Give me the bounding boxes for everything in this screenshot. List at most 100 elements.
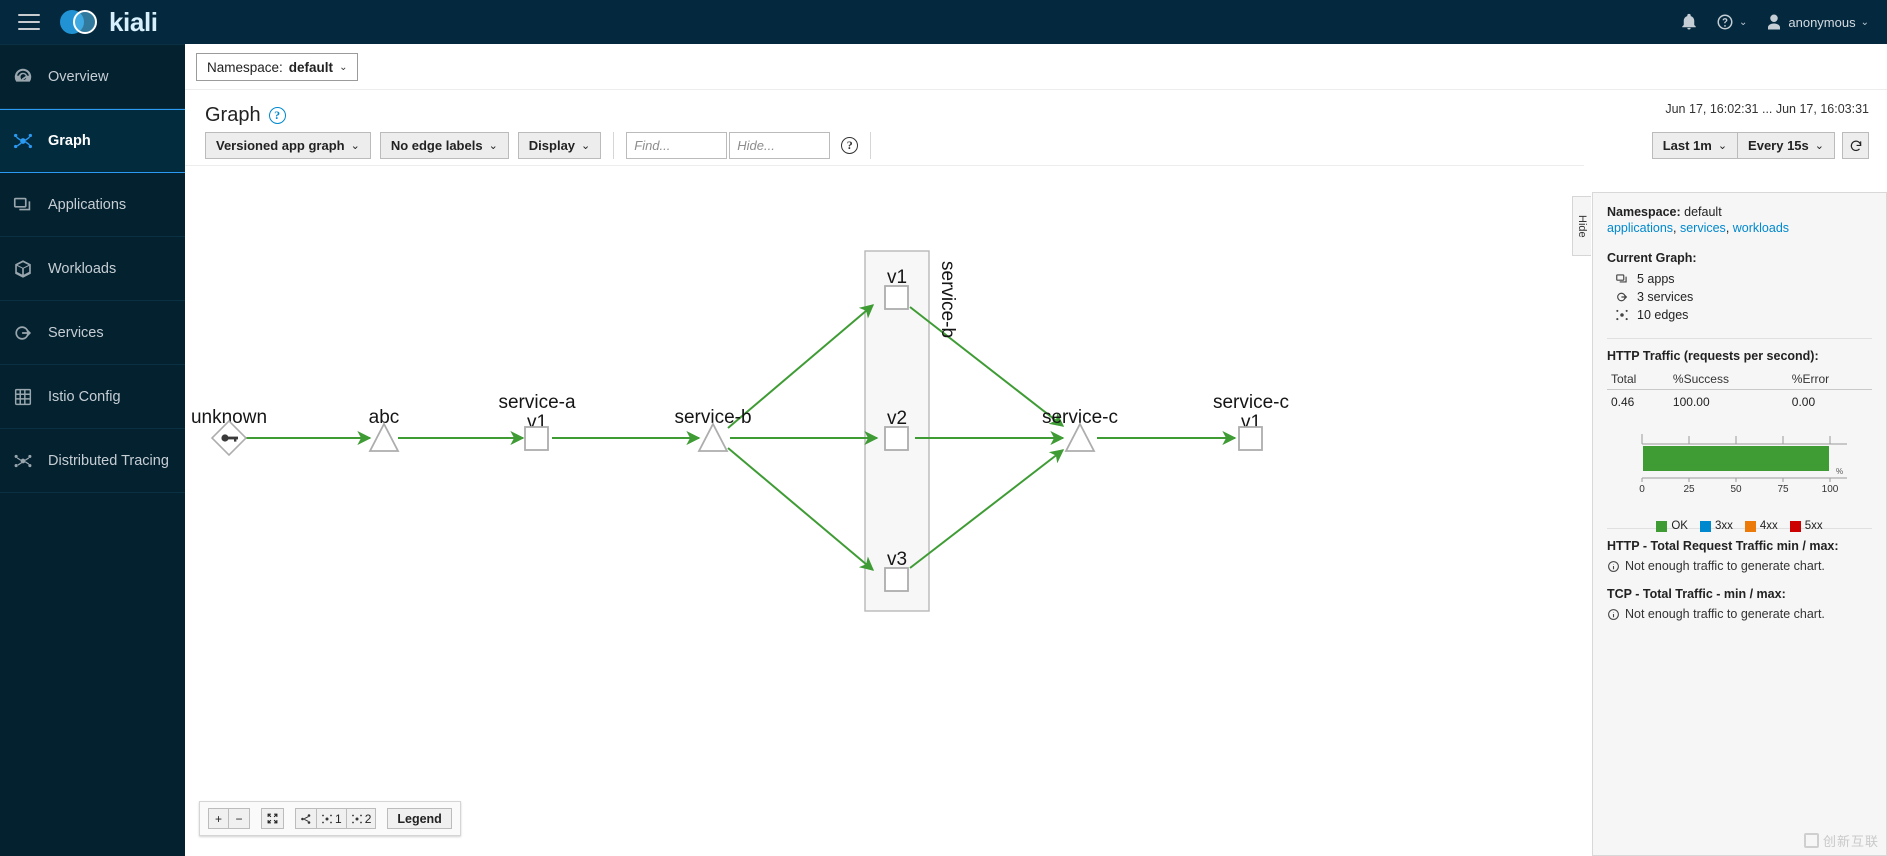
chart-legend: OK 3xx 4xx 5xx	[1607, 520, 1872, 532]
table-row: 0.46 100.00 0.00	[1607, 390, 1872, 415]
sidebar-item-graph[interactable]: Graph	[0, 109, 185, 173]
find-hide-help-icon[interactable]: ?	[841, 137, 859, 154]
refresh-interval-dropdown[interactable]: Every 15s ⌄	[1738, 132, 1835, 159]
xtick-1: 25	[1683, 484, 1695, 495]
display-dropdown[interactable]: Display ⌄	[517, 132, 602, 159]
graph-toolbar: Versioned app graph ⌄ No edge labels ⌄ D…	[205, 132, 883, 159]
graph-node-service-c-v1[interactable]: service-c v1	[1213, 392, 1289, 451]
link-workloads[interactable]: workloads	[1733, 221, 1789, 235]
user-caret-icon: ⌄	[1860, 16, 1869, 28]
legend-item-4xx[interactable]: 4xx	[1744, 520, 1778, 532]
graph-node-service-b-v2[interactable]: v2	[884, 408, 909, 451]
layout-1-button[interactable]: 1	[317, 808, 347, 829]
sidebar-item-applications[interactable]: Applications	[0, 173, 185, 237]
sidebar-item-services[interactable]: Services	[0, 301, 185, 365]
chart-xlabel: %	[1836, 467, 1843, 476]
legend-item-ok[interactable]: OK	[1656, 520, 1688, 532]
gauge-icon	[14, 68, 32, 82]
hide-input[interactable]	[729, 132, 831, 159]
side-panel-hide-tab[interactable]: Hide	[1572, 196, 1591, 256]
page-header: Graph ? Jun 17, 16:02:31 ... Jun 17, 16:…	[185, 90, 1887, 165]
layout-default-button[interactable]	[295, 808, 317, 829]
graph-canvas[interactable]: unknown abc service-a v1 service-b servi…	[185, 165, 1584, 856]
chevron-down-icon: ⌄	[350, 140, 360, 152]
sidebar-item-label: Services	[48, 324, 104, 341]
legend-item-5xx[interactable]: 5xx	[1789, 520, 1823, 532]
chevron-down-icon: ⌄	[581, 140, 591, 152]
sidebar-item-workloads[interactable]: Workloads	[0, 237, 185, 301]
graph-node-service-c[interactable]: service-c	[1042, 407, 1118, 452]
layout-1-label: 1	[335, 811, 342, 826]
graph-type-dropdown[interactable]: Versioned app graph ⌄	[205, 132, 371, 159]
sidebar-item-distributed-tracing[interactable]: Distributed Tracing	[0, 429, 185, 493]
kiali-logo-icon	[60, 8, 100, 36]
xtick-2: 50	[1730, 484, 1742, 495]
page-help-icon[interactable]: ?	[268, 107, 286, 124]
topology-icon	[351, 814, 362, 823]
refresh-button[interactable]	[1842, 132, 1869, 159]
graph-node-service-a-v1[interactable]: service-a v1	[498, 392, 576, 451]
edge-labels-dropdown[interactable]: No edge labels ⌄	[379, 132, 509, 159]
layout-dagre-icon	[301, 813, 311, 824]
col-total: Total	[1607, 369, 1669, 390]
hide-tab-label: Hide	[1576, 214, 1588, 238]
zoom-out-button[interactable]: −	[229, 808, 250, 829]
sidebar-item-label: Istio Config	[48, 388, 121, 405]
sidebar-item-label: Graph	[48, 133, 91, 149]
layout-2-button[interactable]: 2	[346, 808, 377, 829]
find-input[interactable]	[626, 132, 728, 159]
edge-v3-service-c[interactable]	[909, 449, 1065, 569]
sidebar-item-istio-config[interactable]: Istio Config	[0, 365, 185, 429]
display-label: Display	[528, 138, 576, 153]
sidebar: Overview Graph Applications Workloads Se…	[0, 44, 185, 856]
user-menu[interactable]: anonymous ⌄	[1765, 13, 1869, 31]
summary-side-panel: Namespace: default applications, service…	[1592, 192, 1887, 856]
page-title: Graph	[205, 104, 261, 126]
tcp-total-title: TCP - Total Traffic - min / max:	[1607, 587, 1786, 601]
fit-to-screen-icon	[267, 813, 278, 824]
config-grid-icon	[14, 388, 32, 405]
fit-to-screen-button[interactable]	[261, 808, 284, 829]
zoom-in-button[interactable]: +	[208, 808, 229, 829]
http-total-title: HTTP - Total Request Traffic min / max:	[1607, 539, 1839, 553]
service-graph[interactable]: unknown abc service-a v1 service-b servi…	[185, 166, 1584, 856]
duration-dropdown[interactable]: Last 1m ⌄	[1651, 132, 1739, 159]
graph-node-unknown[interactable]: unknown	[191, 407, 267, 457]
panel-links: applications, services, workloads	[1607, 221, 1790, 235]
edge-labels-label: No edge labels	[390, 138, 483, 153]
chevron-down-icon: ⌄	[1717, 140, 1728, 152]
page-title-wrap: Graph ?	[205, 104, 286, 127]
info-icon	[1608, 609, 1619, 620]
bell-icon[interactable]	[1680, 13, 1698, 31]
node-version-label: v3	[887, 549, 907, 570]
topology-icon	[322, 814, 332, 823]
edge-service-b-v3[interactable]	[727, 447, 875, 571]
brand-logo-wrap[interactable]: kiali	[60, 7, 158, 38]
namespace-selector[interactable]: Namespace: default ⌄	[196, 53, 359, 81]
http-success-chart: % 0 25 50 75 100 OK 3xx 4xx 5xx	[1607, 428, 1872, 532]
legend-item-3xx[interactable]: 3xx	[1699, 520, 1733, 532]
graph-node-service-b-v1[interactable]: v1	[884, 267, 909, 310]
time-range-display: Jun 17, 16:02:31 ... Jun 17, 16:03:31	[1665, 102, 1869, 116]
hamburger-icon[interactable]	[18, 14, 40, 30]
link-services[interactable]: services	[1680, 221, 1726, 235]
graph-node-abc[interactable]: abc	[368, 407, 400, 452]
graph-node-service-b-v3[interactable]: v3	[884, 549, 909, 592]
help-icon[interactable]: ⌄	[1716, 13, 1747, 31]
link-applications[interactable]: applications	[1607, 221, 1673, 235]
xtick-0: 0	[1639, 484, 1645, 495]
http-traffic-title: HTTP Traffic (requests per second):	[1607, 349, 1819, 363]
masthead-actions: ⌄ anonymous ⌄	[1680, 13, 1869, 31]
stat-apps: 5 apps	[1607, 270, 1872, 288]
graph-node-service-b[interactable]: service-b	[674, 407, 752, 452]
edge-v1-service-c[interactable]	[909, 306, 1065, 427]
xtick-3: 75	[1777, 484, 1789, 495]
legend-swatch-ok	[1656, 520, 1668, 532]
cell-total: 0.46	[1611, 395, 1635, 409]
zoom-controls: + −	[208, 808, 250, 829]
http-traffic-table: Total %Success %Error 0.46 100.00 0.00	[1607, 369, 1872, 414]
legend-button[interactable]: Legend	[387, 808, 452, 829]
sidebar-item-label: Applications	[48, 196, 127, 213]
sidebar-item-overview[interactable]: Overview	[0, 45, 185, 109]
namespace-value: default	[288, 59, 334, 75]
